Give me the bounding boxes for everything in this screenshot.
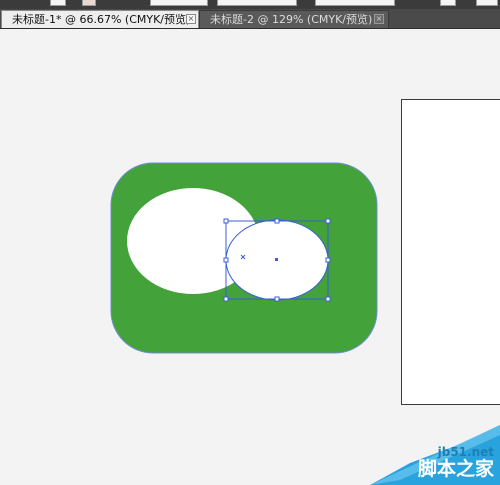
canvas-area[interactable]: jb51.net 脚本之家 (0, 29, 500, 485)
close-icon[interactable]: × (374, 14, 384, 24)
artwork[interactable] (105, 159, 385, 359)
control-field-1[interactable] (50, 0, 66, 6)
eyedropper-icon[interactable] (82, 0, 96, 6)
control-field-3[interactable] (217, 0, 297, 6)
handle-middle-right (325, 257, 331, 263)
handle-top-left (223, 218, 229, 224)
handle-middle-left (223, 257, 229, 263)
tab-label: 未标题-1* @ 66.67% (CMYK/预览) (12, 13, 191, 26)
watermark-name: 脚本之家 (417, 458, 494, 480)
center-point-icon (275, 258, 278, 261)
watermark: jb51.net 脚本之家 (370, 425, 500, 485)
handle-bottom-right (325, 296, 331, 302)
tab-label: 未标题-2 @ 129% (CMYK/预览) (210, 13, 373, 26)
control-field-4[interactable] (315, 0, 395, 6)
handle-top-middle (274, 218, 280, 224)
control-field-2[interactable] (150, 0, 208, 6)
artboard[interactable] (401, 99, 500, 405)
tab-document-2[interactable]: 未标题-2 @ 129% (CMYK/预览) × (199, 10, 389, 28)
control-bar (0, 0, 500, 9)
control-field-5[interactable] (440, 0, 456, 6)
document-tab-bar: 未标题-1* @ 66.67% (CMYK/预览) × 未标题-2 @ 129%… (0, 9, 500, 29)
tab-document-1[interactable]: 未标题-1* @ 66.67% (CMYK/预览) × (1, 10, 199, 28)
handle-bottom-middle (274, 296, 280, 302)
handle-bottom-left (223, 296, 229, 302)
handle-top-right (325, 218, 331, 224)
close-icon[interactable]: × (186, 14, 196, 24)
control-field-6[interactable] (476, 0, 498, 6)
